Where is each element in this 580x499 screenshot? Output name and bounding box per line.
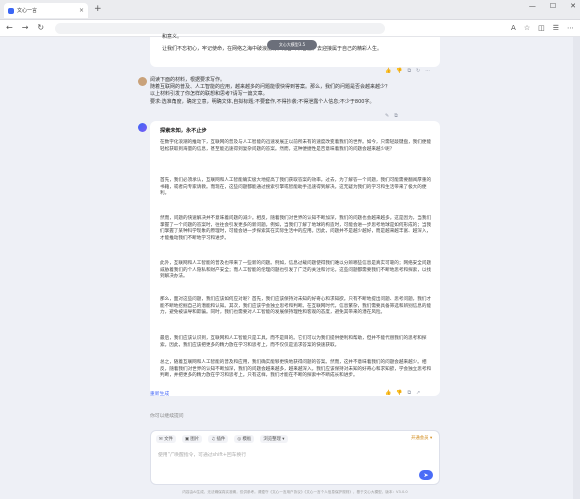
minimize-icon[interactable]: — [529, 2, 536, 10]
more-icon[interactable]: ⋯ [425, 68, 430, 74]
site-favicon-icon [8, 7, 14, 14]
question-line: 要求:选准角度，确定立意，明确文体,自拟标题;不要套作,不得抄袭;不得泄露个人信… [150, 98, 375, 105]
model-badge: 文心大模型3.5 [267, 40, 317, 50]
split-icon[interactable]: ◫ [538, 24, 545, 32]
font-icon[interactable]: A [511, 24, 516, 32]
close-window-icon[interactable]: ✕ [570, 2, 576, 10]
answer-title: 探索未知，永不止步 [160, 128, 207, 134]
reload-icon[interactable]: ↻ [37, 23, 44, 33]
like-icon[interactable]: 👍 [385, 68, 391, 74]
previous-answer-line: 和意义。 [162, 34, 183, 40]
dislike-icon[interactable]: 👎 [396, 390, 402, 396]
share-icon[interactable]: ↗ [416, 390, 420, 396]
browse-tool-button[interactable]: 浏览整理 ▾ [260, 435, 288, 443]
copy-icon[interactable]: ⧉ [407, 390, 411, 396]
close-tab-icon[interactable]: × [79, 7, 84, 14]
answer-paragraph: 最后，我们应该认识到，互联网和人工智能只是工具，而不是目的。它们可以为我们提供便… [160, 336, 427, 348]
address-bar[interactable] [55, 23, 385, 34]
forward-icon[interactable]: → [22, 23, 29, 33]
question-line: 以上材料引发了你怎样的联想和思考?请写一篇文章。 [150, 91, 268, 98]
answer-paragraph: 首先，我们必须承认，互联网和人工智能确实极大地提高了我们获取答案的效率。过去，为… [160, 178, 432, 197]
image-tool-button[interactable]: ▣ 图片 [181, 435, 203, 443]
maximize-icon[interactable]: ☐ [550, 2, 556, 10]
answer-paragraph: 总之，随着互联网和人工智能的普及和应用，我们确实能够更快地获得问题的答案。然而，… [160, 360, 432, 379]
collections-icon[interactable]: ☰ [553, 24, 559, 32]
template-tool-button[interactable]: ◎ 模板 [234, 435, 255, 443]
edit-icon[interactable]: ✎ [385, 113, 389, 119]
answer-paragraph: 此外，互联网和人工智能的普及也带来了一些新的问题。例如，信息过载问题使得我们难以… [160, 261, 432, 280]
tab-title: 文心一言 [17, 8, 38, 14]
new-tab-button[interactable]: + [94, 4, 102, 14]
window-controls: — ☐ ✕ [529, 2, 576, 10]
browser-tab[interactable]: 文心一言 × [4, 3, 88, 18]
user-avatar [138, 77, 147, 86]
membership-dropdown[interactable]: 开通会员 ▾ [411, 435, 432, 441]
answer-card [150, 121, 440, 396]
user-question: 阅读下面的材料，根据要求写作。 随着互联网的普及、人工智能的应用，越来越多的问题能… [150, 77, 440, 106]
scrollbar[interactable] [573, 37, 580, 499]
browser-tab-bar: 文心一言 × + — ☐ ✕ [0, 0, 580, 20]
favorite-icon[interactable]: ☆ [524, 24, 530, 32]
copy-icon[interactable]: ⧉ [394, 113, 398, 119]
plugin-tool-button[interactable]: ♫ 插件 [208, 435, 229, 443]
browser-toolbar: ← → ↻ A ☆ ◫ ☰ ⋯ [0, 20, 580, 37]
answer-paragraph: 那么，面对这些问题，我们应该如何应对呢？首先，我们应该保持对未知的好奇心和求知欲… [160, 297, 432, 316]
dislike-icon[interactable]: 👎 [396, 68, 402, 74]
refresh-icon[interactable]: ↻ [416, 68, 420, 74]
like-icon[interactable]: 👍 [385, 390, 391, 396]
assistant-avatar [138, 123, 147, 132]
previous-answer-actions: 👍 👎 ⧉ ↻ ⋯ [385, 68, 430, 74]
continue-hint: 你可以继续提问 [150, 414, 184, 419]
more-icon[interactable]: ⋯ [567, 24, 574, 32]
file-tool-button[interactable]: ✉ 文件 [156, 435, 176, 443]
answer-paragraph: 然而，问题的快速解决并不意味着问题的减少。相反，随着我们对世界的认知不断加深，我… [160, 216, 432, 241]
copy-icon[interactable]: ⧉ [407, 68, 411, 74]
back-icon[interactable]: ← [6, 23, 13, 33]
send-button[interactable]: ➤ [419, 470, 433, 480]
regenerate-button[interactable]: 重新生成 [150, 390, 169, 397]
input-placeholder[interactable]: 使用“/”唤醒指令，可通过shift+回车换行 [158, 451, 246, 458]
input-tools: ✉ 文件 ▣ 图片 ♫ 插件 ◎ 模板 浏览整理 ▾ [156, 435, 288, 443]
answer-actions: 👍 👎 ⧉ ↗ [385, 390, 420, 396]
answer-paragraph: 在数字化浪潮的推动下，互联网的普及与人工智能的迅速发展正以前所未有的速度改变着我… [160, 140, 432, 152]
toolbar-icons: A ☆ ◫ ☰ ⋯ [511, 24, 574, 32]
footer-disclaimer: 内容由AI生成，无法确保真实准确，仅供参考。请遵守《文心一言用户协议》《文心一言… [182, 490, 408, 494]
question-actions: ✎ ⧉ [385, 113, 398, 119]
nav-buttons: ← → ↻ [6, 23, 44, 33]
